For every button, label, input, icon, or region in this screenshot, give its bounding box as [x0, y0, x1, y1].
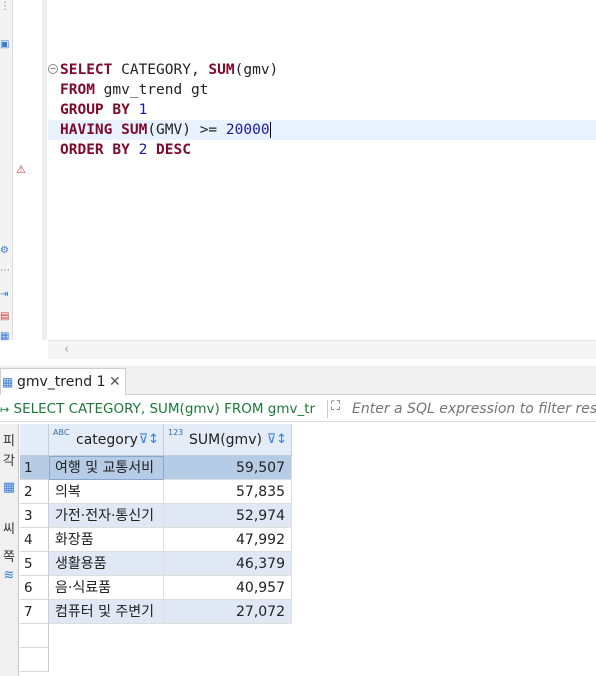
empty-row-number — [20, 648, 49, 672]
query-preview[interactable]: ↦ SELECT CATEGORY, SUM(gmv) FROM gmv_tr — [0, 397, 324, 421]
filter-sort-icon[interactable]: ⊽↕ — [139, 424, 159, 456]
sql-keyword: SUM — [121, 122, 148, 138]
terminal-icon[interactable]: ▣ — [0, 40, 12, 50]
more-icon[interactable]: ⋮ — [0, 2, 12, 12]
column-header-category[interactable]: ABC category ⊽↕ — [49, 424, 164, 456]
sql-keyword: DESC — [156, 142, 191, 158]
sql-number: 20000 — [225, 122, 270, 138]
scroll-left-icon[interactable]: ‹ — [64, 341, 69, 359]
sql-keyword: SUM — [208, 62, 235, 78]
code-line[interactable]: FROM gmv_trend gt — [60, 80, 208, 100]
sql-keyword: GROUP BY — [60, 102, 130, 118]
column-label: SUM(gmv) — [189, 432, 262, 448]
gear-icon[interactable]: ⚙ — [0, 246, 12, 256]
sql-keyword: HAVING — [60, 122, 113, 138]
side-panel-label[interactable]: 씨 — [0, 518, 18, 537]
grid-view-icon[interactable]: ▦ — [0, 480, 18, 495]
column-header-sum[interactable]: 123 SUM(gmv) ⊽↕ — [164, 424, 292, 456]
cell-category[interactable]: 여행 및 교통서비 — [49, 456, 164, 480]
cell-sum[interactable]: 59,507 — [164, 456, 292, 480]
sql-number: 2 — [138, 142, 148, 158]
left-toolbar: ⋮ ▣ ⚙ ⋯ ⇥ ▤ ▦ — [0, 0, 13, 342]
cell-category[interactable]: 의복 — [49, 480, 164, 504]
table-icon: ▦ — [2, 375, 14, 389]
results-tab-bar: ▦ gmv_trend 1 ✕ — [0, 366, 596, 395]
sql-keyword: SELECT — [60, 62, 113, 78]
results-side-panel: 피 각 ▦ 씨 쪽 ≋ — [0, 424, 19, 676]
warning-icon: ⚠ — [16, 163, 26, 176]
cell-sum[interactable]: 52,974 — [164, 504, 292, 528]
cell-category[interactable]: 가전·전자·통신기 — [49, 504, 164, 528]
sql-text: CATEGORY, — [112, 62, 209, 78]
sql-text: (gmv) — [234, 62, 279, 78]
filter-bar: ↦ SELECT CATEGORY, SUM(gmv) FROM gmv_tr … — [0, 397, 596, 422]
filter-separator — [327, 400, 328, 418]
cell-category[interactable]: 음·식료품 — [49, 576, 164, 600]
file-icon[interactable]: ▦ — [0, 332, 12, 342]
type-badge: ABC — [53, 428, 70, 437]
tab-label: gmv_trend 1 — [17, 374, 106, 390]
filter-input[interactable] — [352, 397, 596, 421]
row-number[interactable]: 3 — [20, 504, 49, 528]
row-number-header — [20, 424, 49, 456]
editor-horizontal-scrollbar[interactable]: ‹ — [48, 340, 596, 359]
results-grid: ABC category ⊽↕ 123 SUM(gmv) ⊽↕ 1 여행 및 교통… — [20, 424, 596, 676]
tab-results[interactable]: ▦ gmv_trend 1 ✕ — [0, 368, 126, 395]
column-label: category — [76, 432, 138, 448]
sql-editor[interactable]: − SELECT CATEGORY, SUM(gmv) FROM gmv_tren… — [48, 0, 596, 340]
cell-category[interactable]: 컴퓨터 및 주변기 — [49, 600, 164, 624]
file-error-icon[interactable]: ▤ — [0, 312, 12, 322]
sql-text: (GMV) >= — [147, 122, 226, 138]
close-icon[interactable]: ✕ — [109, 369, 121, 395]
row-number[interactable]: 7 — [20, 600, 49, 624]
query-icon: ↦ — [0, 403, 10, 416]
code-line[interactable]: GROUP BY 1 — [60, 100, 147, 120]
cell-category[interactable]: 생활용품 — [49, 552, 164, 576]
cell-sum[interactable]: 57,835 — [164, 480, 292, 504]
row-number[interactable]: 6 — [20, 576, 49, 600]
code-line[interactable]: SELECT CATEGORY, SUM(gmv) — [60, 60, 278, 80]
code-line[interactable]: ORDER BY 2 DESC — [60, 140, 191, 160]
side-panel-label[interactable]: 피 — [0, 430, 18, 449]
row-number[interactable]: 5 — [20, 552, 49, 576]
side-panel-label[interactable]: 각 — [0, 450, 18, 469]
side-panel-label[interactable]: 쪽 — [0, 546, 18, 565]
sql-keyword: FROM — [60, 82, 95, 98]
empty-row-number — [20, 624, 49, 648]
cell-category[interactable]: 화장품 — [49, 528, 164, 552]
filter-sort-icon[interactable]: ⊽↕ — [267, 424, 287, 456]
text-caret — [269, 122, 271, 138]
cell-sum[interactable]: 47,992 — [164, 528, 292, 552]
expand-icon[interactable]: ⛶ — [331, 399, 340, 414]
fold-toggle-icon[interactable]: − — [48, 64, 58, 74]
sql-number: 1 — [138, 102, 148, 118]
cell-sum[interactable]: 40,957 — [164, 576, 292, 600]
code-line[interactable]: HAVING SUM(GMV) >= 20000 — [48, 120, 596, 140]
editor-ruler — [42, 0, 47, 340]
row-number[interactable]: 1 — [20, 456, 49, 480]
cell-sum[interactable]: 46,379 — [164, 552, 292, 576]
row-number[interactable]: 4 — [20, 528, 49, 552]
row-number[interactable]: 2 — [20, 480, 49, 504]
query-preview-text: SELECT CATEGORY, SUM(gmv) FROM gmv_tr — [13, 401, 316, 417]
cell-sum[interactable]: 27,072 — [164, 600, 292, 624]
sql-keyword: ORDER BY — [60, 142, 130, 158]
wifi-icon[interactable]: ≋ — [0, 568, 18, 583]
type-badge: 123 — [168, 428, 184, 437]
export-icon[interactable]: ⇥ — [0, 290, 12, 300]
more-icon[interactable]: ⋯ — [0, 266, 12, 276]
sql-text: gmv_trend gt — [94, 82, 209, 98]
